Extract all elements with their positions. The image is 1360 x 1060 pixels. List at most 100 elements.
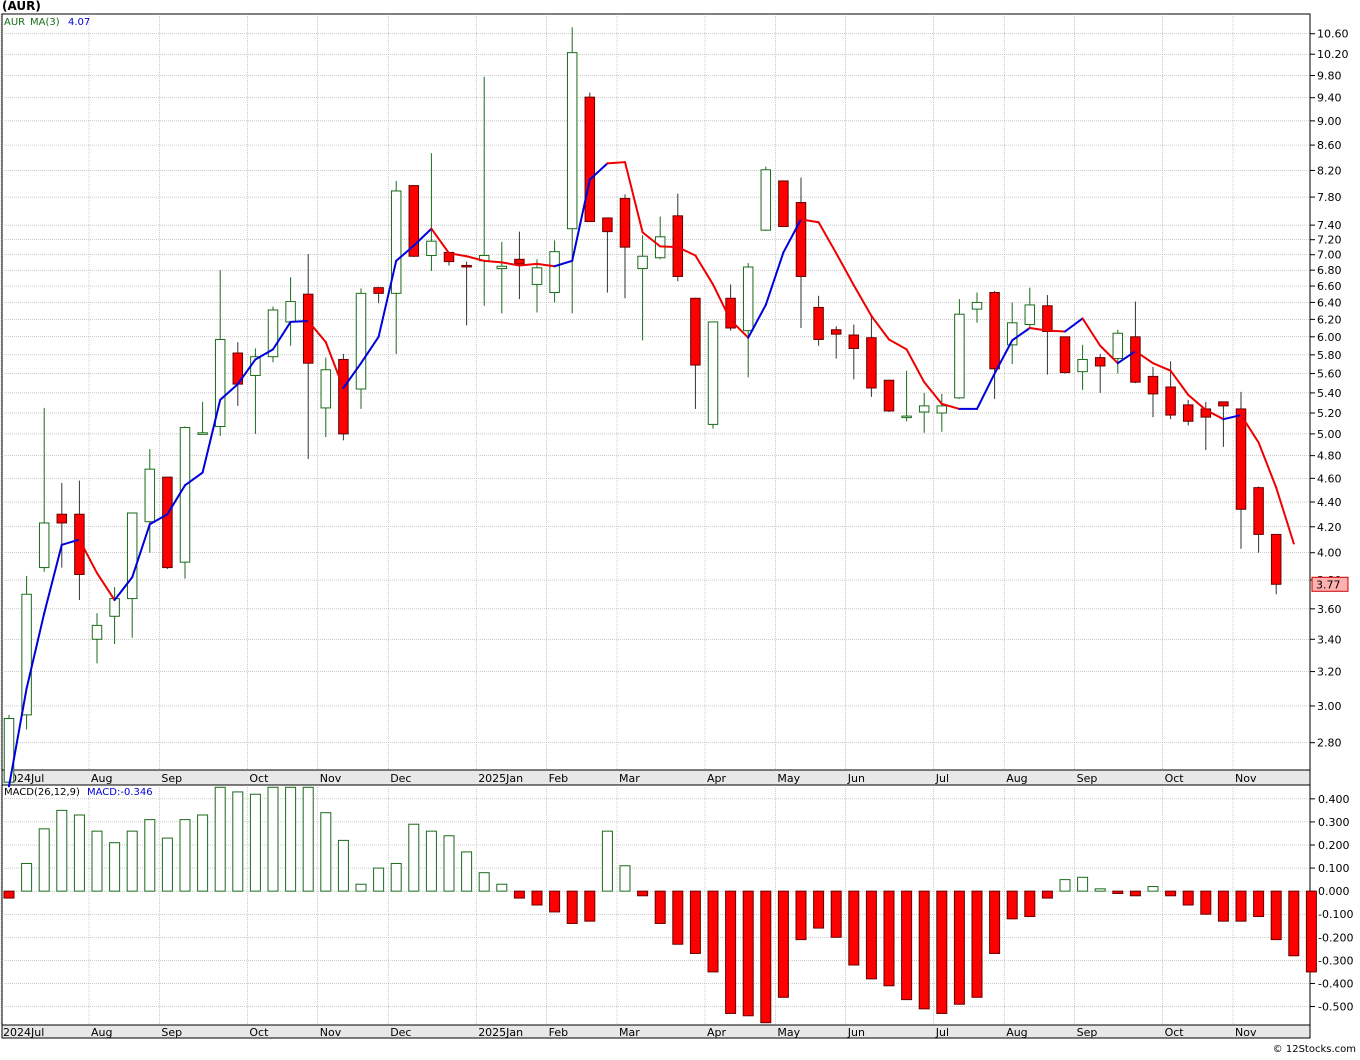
- price-tick-label: 8.60: [1317, 139, 1342, 152]
- macd-bar: [1129, 890, 1141, 897]
- candle-body: [954, 313, 965, 399]
- macd-legend-value: MACD:-0.346: [87, 787, 153, 798]
- macd-bar: [1182, 890, 1194, 906]
- price-tick-label: 7.80: [1317, 191, 1342, 204]
- candle-body: [179, 427, 191, 563]
- candle-body: [496, 265, 508, 270]
- macd-bar: [865, 890, 877, 980]
- price-tick-label: 6.00: [1317, 331, 1342, 344]
- macd-bar: [302, 786, 314, 892]
- macd-bar: [971, 890, 983, 998]
- candle-body: [918, 405, 930, 413]
- price-tick-label: 9.40: [1317, 92, 1342, 105]
- price-date-axis-band: [1, 769, 1311, 786]
- macd-bar: [1006, 890, 1018, 920]
- candle-body: [144, 468, 156, 523]
- macd-bar: [531, 890, 543, 906]
- candle-body: [1182, 404, 1194, 422]
- candle-body: [531, 267, 543, 285]
- candle-body: [830, 329, 842, 335]
- price-tick-label: 4.20: [1317, 521, 1342, 534]
- candle-body: [901, 415, 912, 419]
- price-tick-label: 5.40: [1317, 387, 1342, 400]
- price-tick-label: 3.60: [1317, 603, 1342, 616]
- candle-body: [1042, 305, 1053, 333]
- macd-bar: [249, 793, 261, 892]
- macd-date-label: Nov: [1235, 1026, 1257, 1039]
- candle-body: [1094, 357, 1106, 367]
- candle-body: [690, 297, 701, 366]
- candle-body: [760, 169, 772, 231]
- macd-bar: [989, 890, 1001, 954]
- macd-date-label: Jun: [847, 1026, 865, 1039]
- candle-body: [1077, 358, 1088, 373]
- price-legend-ma-value: 4.07: [68, 17, 90, 28]
- macd-bar: [654, 890, 666, 924]
- candle-body: [602, 217, 613, 233]
- price-date-label: Sep: [1077, 772, 1098, 785]
- macd-bar: [425, 830, 437, 892]
- macd-bar: [672, 890, 684, 945]
- macd-date-label: Sep: [1077, 1026, 1098, 1039]
- price-date-label: Aug: [91, 772, 112, 785]
- candle-body: [320, 369, 332, 409]
- macd-bar: [1024, 890, 1036, 918]
- price-tick-label: 5.80: [1317, 349, 1342, 362]
- macd-bar: [1041, 890, 1053, 899]
- candle-body: [285, 301, 296, 323]
- macd-bar: [478, 872, 490, 892]
- macd-bar: [214, 786, 226, 892]
- candle-body: [1147, 375, 1159, 395]
- candle-body: [426, 240, 437, 256]
- macd-bar: [813, 890, 825, 929]
- macd-bar: [373, 867, 385, 892]
- candle-body: [109, 598, 120, 617]
- macd-bar: [1094, 888, 1106, 892]
- candle-body: [126, 512, 138, 600]
- macd-bar: [1288, 890, 1300, 957]
- macd-bar: [1235, 890, 1247, 922]
- price-tick-label: 4.40: [1317, 496, 1342, 509]
- candle-body: [866, 337, 877, 389]
- candle-body: [619, 197, 631, 248]
- candle-body: [1218, 401, 1229, 407]
- macd-bar: [390, 862, 402, 892]
- macd-bar: [566, 890, 578, 924]
- price-date-label: Sep: [161, 772, 182, 785]
- price-date-label: Jul: [935, 772, 949, 785]
- macd-bar: [73, 814, 85, 892]
- chart-stage: 2.803.003.203.403.603.804.004.204.404.60…: [0, 0, 1360, 1056]
- price-legend-ma-label: MA(3): [30, 17, 60, 28]
- price-tick-label: 9.80: [1317, 70, 1342, 83]
- price-tick-label: 8.20: [1317, 164, 1342, 177]
- candle-body: [1130, 336, 1141, 383]
- candle-body: [1165, 386, 1176, 416]
- candle-body: [1235, 408, 1247, 510]
- price-tick-label: 9.00: [1317, 115, 1342, 128]
- macd-bar: [1077, 876, 1089, 892]
- macd-bar: [1200, 890, 1212, 915]
- macd-bar: [320, 812, 332, 892]
- candle-body: [742, 266, 754, 332]
- price-tick-label: 7.00: [1317, 249, 1342, 262]
- candle-body: [936, 405, 948, 414]
- macd-bar: [285, 786, 297, 892]
- candle-body: [91, 624, 103, 640]
- candle-body: [989, 292, 1000, 370]
- price-tick-label: 2.80: [1317, 737, 1342, 750]
- candle-body: [778, 180, 789, 228]
- macd-date-label: Aug: [91, 1026, 112, 1039]
- macd-bar: [179, 819, 191, 892]
- candle-body: [38, 522, 50, 569]
- price-tick-label: 10.60: [1317, 28, 1349, 41]
- macd-bar: [725, 890, 737, 1014]
- candle-body: [56, 513, 68, 524]
- price-date-label: Feb: [549, 772, 568, 785]
- price-date-label: Apr: [707, 772, 727, 785]
- price-tick-label: 7.40: [1317, 219, 1342, 232]
- macd-date-label: 2024Jul: [3, 1026, 44, 1039]
- macd-bar: [3, 890, 15, 899]
- price-tick-label: 3.20: [1317, 666, 1342, 679]
- ma-segment: [659, 245, 679, 249]
- macd-bar: [1112, 890, 1124, 894]
